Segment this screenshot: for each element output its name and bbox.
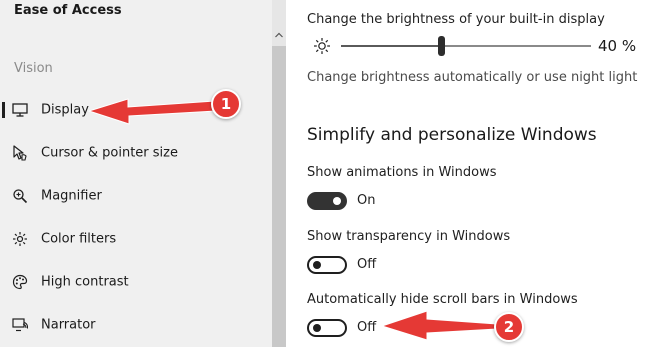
animations-toggle-state: On	[357, 193, 376, 208]
transparency-toggle-state: Off	[357, 257, 377, 272]
transparency-toggle[interactable]	[307, 256, 347, 274]
sidebar-item-magnifier[interactable]: Magnifier	[0, 179, 272, 213]
hide-scrollbars-toggle-state: Off	[357, 320, 377, 335]
sidebar-item-label: High contrast	[41, 274, 129, 290]
annotation-badge-1: 1	[211, 89, 241, 119]
brightness-value: 40 %	[598, 37, 637, 55]
sidebar-item-cursor[interactable]: Cursor & pointer size	[0, 136, 272, 170]
sidebar-item-label: Cursor & pointer size	[41, 145, 178, 161]
narrator-icon	[12, 317, 28, 333]
sidebar-section-vision: Vision	[14, 61, 53, 76]
animations-toggle[interactable]	[307, 192, 347, 210]
toggle-knob	[313, 324, 321, 332]
section-heading: Simplify and personalize Windows	[307, 125, 597, 145]
scroll-up-arrow-icon[interactable]	[275, 31, 283, 39]
sidebar-item-label: Color filters	[41, 231, 117, 247]
brightness-slider-fill	[341, 45, 441, 47]
brightness-label: Change the brightness of your built-in d…	[307, 12, 605, 27]
sidebar-item-color-filters[interactable]: Color filters	[0, 222, 272, 256]
animations-label: Show animations in Windows	[307, 165, 497, 180]
annotation-badge-2: 2	[494, 312, 524, 342]
monitor-icon	[12, 102, 28, 118]
magnifier-icon	[12, 188, 28, 204]
sidebar-scrollbar[interactable]	[272, 0, 286, 347]
toggle-knob	[333, 197, 341, 205]
hide-scrollbars-toggle[interactable]	[307, 319, 347, 337]
brightness-sun-icon	[313, 37, 331, 55]
sidebar-item-label: Narrator	[41, 317, 96, 333]
transparency-label: Show transparency in Windows	[307, 229, 511, 244]
sidebar-item-label: Display	[41, 102, 89, 118]
annotation-arrow-2	[380, 310, 498, 341]
sidebar-item-narrator[interactable]: Narrator	[0, 308, 272, 342]
hide-scrollbars-label: Automatically hide scroll bars in Window…	[307, 292, 578, 307]
sidebar-item-label: Magnifier	[41, 188, 102, 204]
toggle-knob	[313, 261, 321, 269]
cursor-icon	[12, 145, 28, 161]
scrollbar-thumb[interactable]	[272, 46, 286, 347]
sidebar-title: Ease of Access	[14, 3, 122, 18]
sidebar: Ease of Access Vision Display Cursor & p…	[0, 0, 272, 347]
brightness-slider-thumb[interactable]	[438, 36, 445, 56]
brightness-night-light-link[interactable]: Change brightness automatically or use n…	[307, 70, 637, 85]
color-filter-icon	[12, 231, 28, 247]
sidebar-item-high-contrast[interactable]: High contrast	[0, 265, 272, 299]
selected-marker	[2, 102, 5, 118]
palette-icon	[12, 274, 28, 290]
